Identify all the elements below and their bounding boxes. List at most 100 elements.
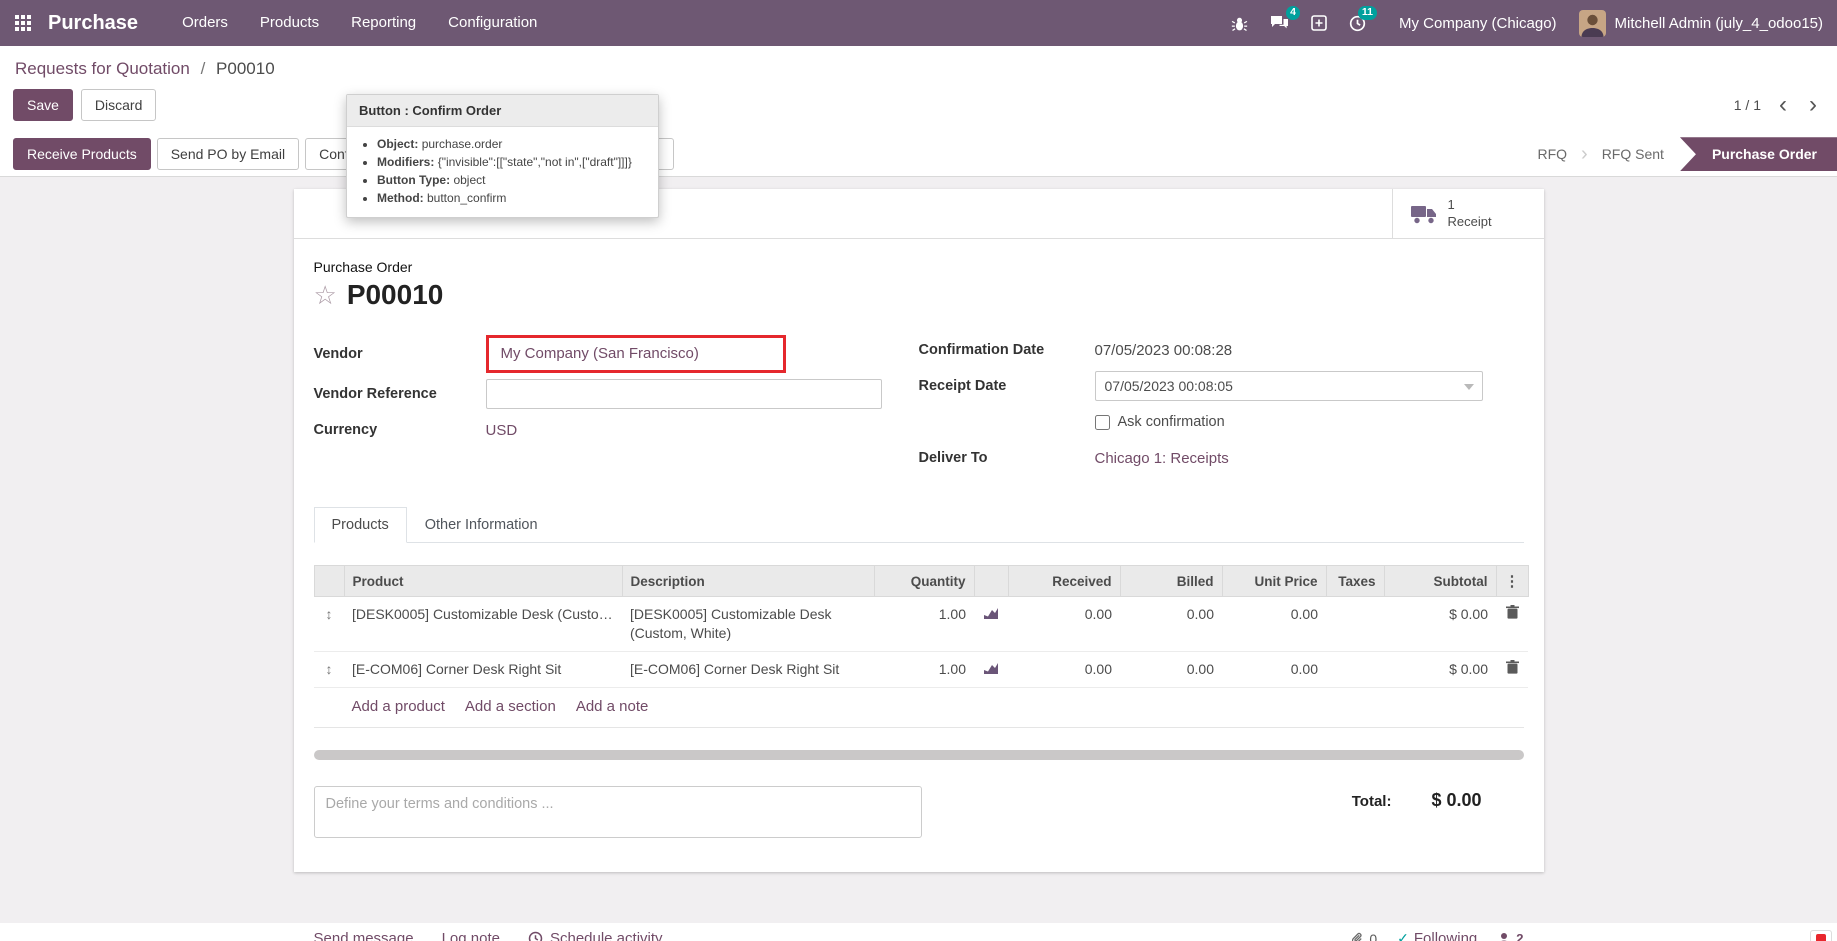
breadcrumb-current: P00010 (216, 59, 275, 78)
row-drag-handle-icon[interactable]: ↕ (314, 597, 344, 652)
cell-description[interactable]: [DESK0005] Customizable Desk (Custom, Wh… (622, 597, 874, 652)
status-purchase-order[interactable]: Purchase Order (1680, 137, 1837, 171)
taxes-column-header[interactable]: Taxes (1326, 566, 1384, 597)
receipt-date-field-row: Receipt Date (919, 371, 1524, 401)
check-icon: ✓ (1397, 930, 1409, 941)
add-a-section-link[interactable]: Add a section (465, 698, 556, 715)
tooltip-item: Object: purchase.order (377, 137, 658, 151)
cell-subtotal[interactable]: $ 0.00 (1384, 597, 1496, 652)
cell-received[interactable]: 0.00 (1008, 597, 1120, 652)
terms-and-conditions-input[interactable] (314, 786, 922, 838)
notebook-tabs: Products Other Information (314, 507, 1524, 543)
tooltip-item: Button Type: object (377, 173, 658, 187)
breadcrumb-parent[interactable]: Requests for Quotation (15, 59, 190, 78)
app-brand[interactable]: Purchase (48, 12, 138, 35)
ask-confirmation-checkbox[interactable] (1095, 415, 1110, 430)
statusbar-row: Receive Products Send PO by Email Confir… (0, 132, 1837, 176)
followers-button[interactable]: 2 (1497, 931, 1523, 941)
tab-products[interactable]: Products (314, 507, 407, 543)
receipt-count: 1 (1448, 197, 1492, 213)
unit-price-column-header[interactable]: Unit Price (1222, 566, 1326, 597)
person-icon (1497, 932, 1511, 941)
field-column-right: Confirmation Date 07/05/2023 00:08:28 Re… (919, 335, 1524, 479)
received-column-header[interactable]: Received (1008, 566, 1120, 597)
chatter-topbar: Send message Log note Schedule activity … (294, 923, 1544, 941)
row-drag-handle-icon[interactable]: ↕ (314, 651, 344, 687)
cell-description[interactable]: [E-COM06] Corner Desk Right Sit (622, 651, 874, 687)
messages-icon[interactable]: 4 (1259, 0, 1300, 46)
cell-unit-price[interactable]: 0.00 (1222, 651, 1326, 687)
company-switcher[interactable]: My Company (Chicago) (1399, 15, 1557, 32)
receive-products-button[interactable]: Receive Products (13, 138, 151, 170)
add-a-product-link[interactable]: Add a product (352, 698, 445, 715)
currency-value[interactable]: USD (486, 422, 518, 439)
cell-product[interactable]: [DESK0005] Customizable Desk (Custo… (344, 597, 622, 652)
following-label: Following (1414, 930, 1477, 941)
debug-bug-icon[interactable] (1220, 0, 1259, 46)
discard-button[interactable]: Discard (81, 89, 156, 121)
forecast-chart-icon[interactable] (984, 605, 998, 624)
deliver-to-field-row: Deliver To Chicago 1: Receipts (919, 443, 1524, 473)
optional-columns-toggle-icon[interactable]: ⋮ (1505, 573, 1520, 590)
menu-configuration[interactable]: Configuration (432, 0, 553, 46)
status-rfq-sent[interactable]: RFQ Sent (1602, 146, 1664, 162)
user-menu[interactable]: Mitchell Admin (july_4_odoo15) (1615, 15, 1823, 32)
menu-reporting[interactable]: Reporting (335, 0, 432, 46)
forecast-chart-icon[interactable] (984, 660, 998, 679)
field-column-left: Vendor My Company (San Francisco) Vendor… (314, 335, 919, 479)
bottom-right-widget[interactable] (1810, 930, 1832, 941)
ask-confirmation-label: Ask confirmation (1118, 414, 1225, 430)
log-note-button[interactable]: Log note (442, 930, 500, 941)
vendor-reference-input[interactable] (486, 379, 882, 409)
delete-row-icon[interactable] (1506, 605, 1519, 624)
following-button[interactable]: ✓ Following (1397, 930, 1477, 941)
cell-product[interactable]: [E-COM06] Corner Desk Right Sit (344, 651, 622, 687)
schedule-activity-button[interactable]: Schedule activity (528, 930, 663, 941)
ask-confirmation-row: Ask confirmation (1095, 407, 1524, 437)
add-a-note-link[interactable]: Add a note (576, 698, 649, 715)
menu-products[interactable]: Products (244, 0, 335, 46)
cell-taxes[interactable] (1326, 597, 1384, 652)
activities-badge: 11 (1358, 6, 1377, 20)
control-panel-actions: Save Discard 1 / 1 ‹ › (0, 89, 1837, 121)
menu-orders[interactable]: Orders (166, 0, 244, 46)
cell-quantity[interactable]: 1.00 (874, 651, 974, 687)
favorite-star-icon[interactable]: ☆ (314, 282, 337, 308)
cell-taxes[interactable] (1326, 651, 1384, 687)
pager-next-button[interactable]: › (1805, 95, 1821, 115)
product-column-header[interactable]: Product (344, 566, 622, 597)
confirmation-date-label: Confirmation Date (919, 342, 1095, 358)
cell-billed[interactable]: 0.00 (1120, 597, 1222, 652)
save-button[interactable]: Save (13, 89, 73, 121)
horizontal-scrollbar[interactable] (314, 750, 1524, 760)
activities-clock-icon[interactable]: 11 (1338, 0, 1377, 46)
pager-previous-button[interactable]: ‹ (1775, 95, 1791, 115)
tab-other-information[interactable]: Other Information (407, 507, 556, 543)
messages-badge: 4 (1286, 6, 1300, 20)
quantity-column-header[interactable]: Quantity (874, 566, 974, 597)
confirmation-date-field-row: Confirmation Date 07/05/2023 00:08:28 (919, 335, 1524, 365)
apps-menu-icon[interactable] (0, 0, 46, 46)
cell-received[interactable]: 0.00 (1008, 651, 1120, 687)
description-column-header[interactable]: Description (622, 566, 874, 597)
receipt-stat-button[interactable]: 1 Receipt (1392, 189, 1544, 238)
cell-billed[interactable]: 0.00 (1120, 651, 1222, 687)
attachments-counter[interactable]: 0 (1351, 931, 1377, 941)
subtotal-column-header[interactable]: Subtotal (1384, 566, 1496, 597)
cell-unit-price[interactable]: 0.00 (1222, 597, 1326, 652)
cell-quantity[interactable]: 1.00 (874, 597, 974, 652)
breadcrumb: Requests for Quotation / P00010 (0, 46, 1837, 79)
user-avatar[interactable] (1579, 10, 1606, 37)
cell-subtotal[interactable]: $ 0.00 (1384, 651, 1496, 687)
deliver-to-value[interactable]: Chicago 1: Receipts (1095, 450, 1229, 467)
vendor-value[interactable]: My Company (San Francisco) (501, 345, 699, 362)
sheet-body: Purchase Order ☆ P00010 Vendor My Compan… (294, 239, 1544, 872)
receipt-date-input[interactable] (1095, 371, 1483, 401)
send-message-button[interactable]: Send message (314, 930, 414, 941)
delete-row-icon[interactable] (1506, 660, 1519, 679)
billed-column-header[interactable]: Billed (1120, 566, 1222, 597)
status-rfq[interactable]: RFQ (1537, 146, 1567, 162)
grid-plus-icon[interactable] (1300, 0, 1338, 46)
table-header-row: Product Description Quantity Received Bi… (314, 566, 1528, 597)
send-po-by-email-button[interactable]: Send PO by Email (157, 138, 299, 170)
